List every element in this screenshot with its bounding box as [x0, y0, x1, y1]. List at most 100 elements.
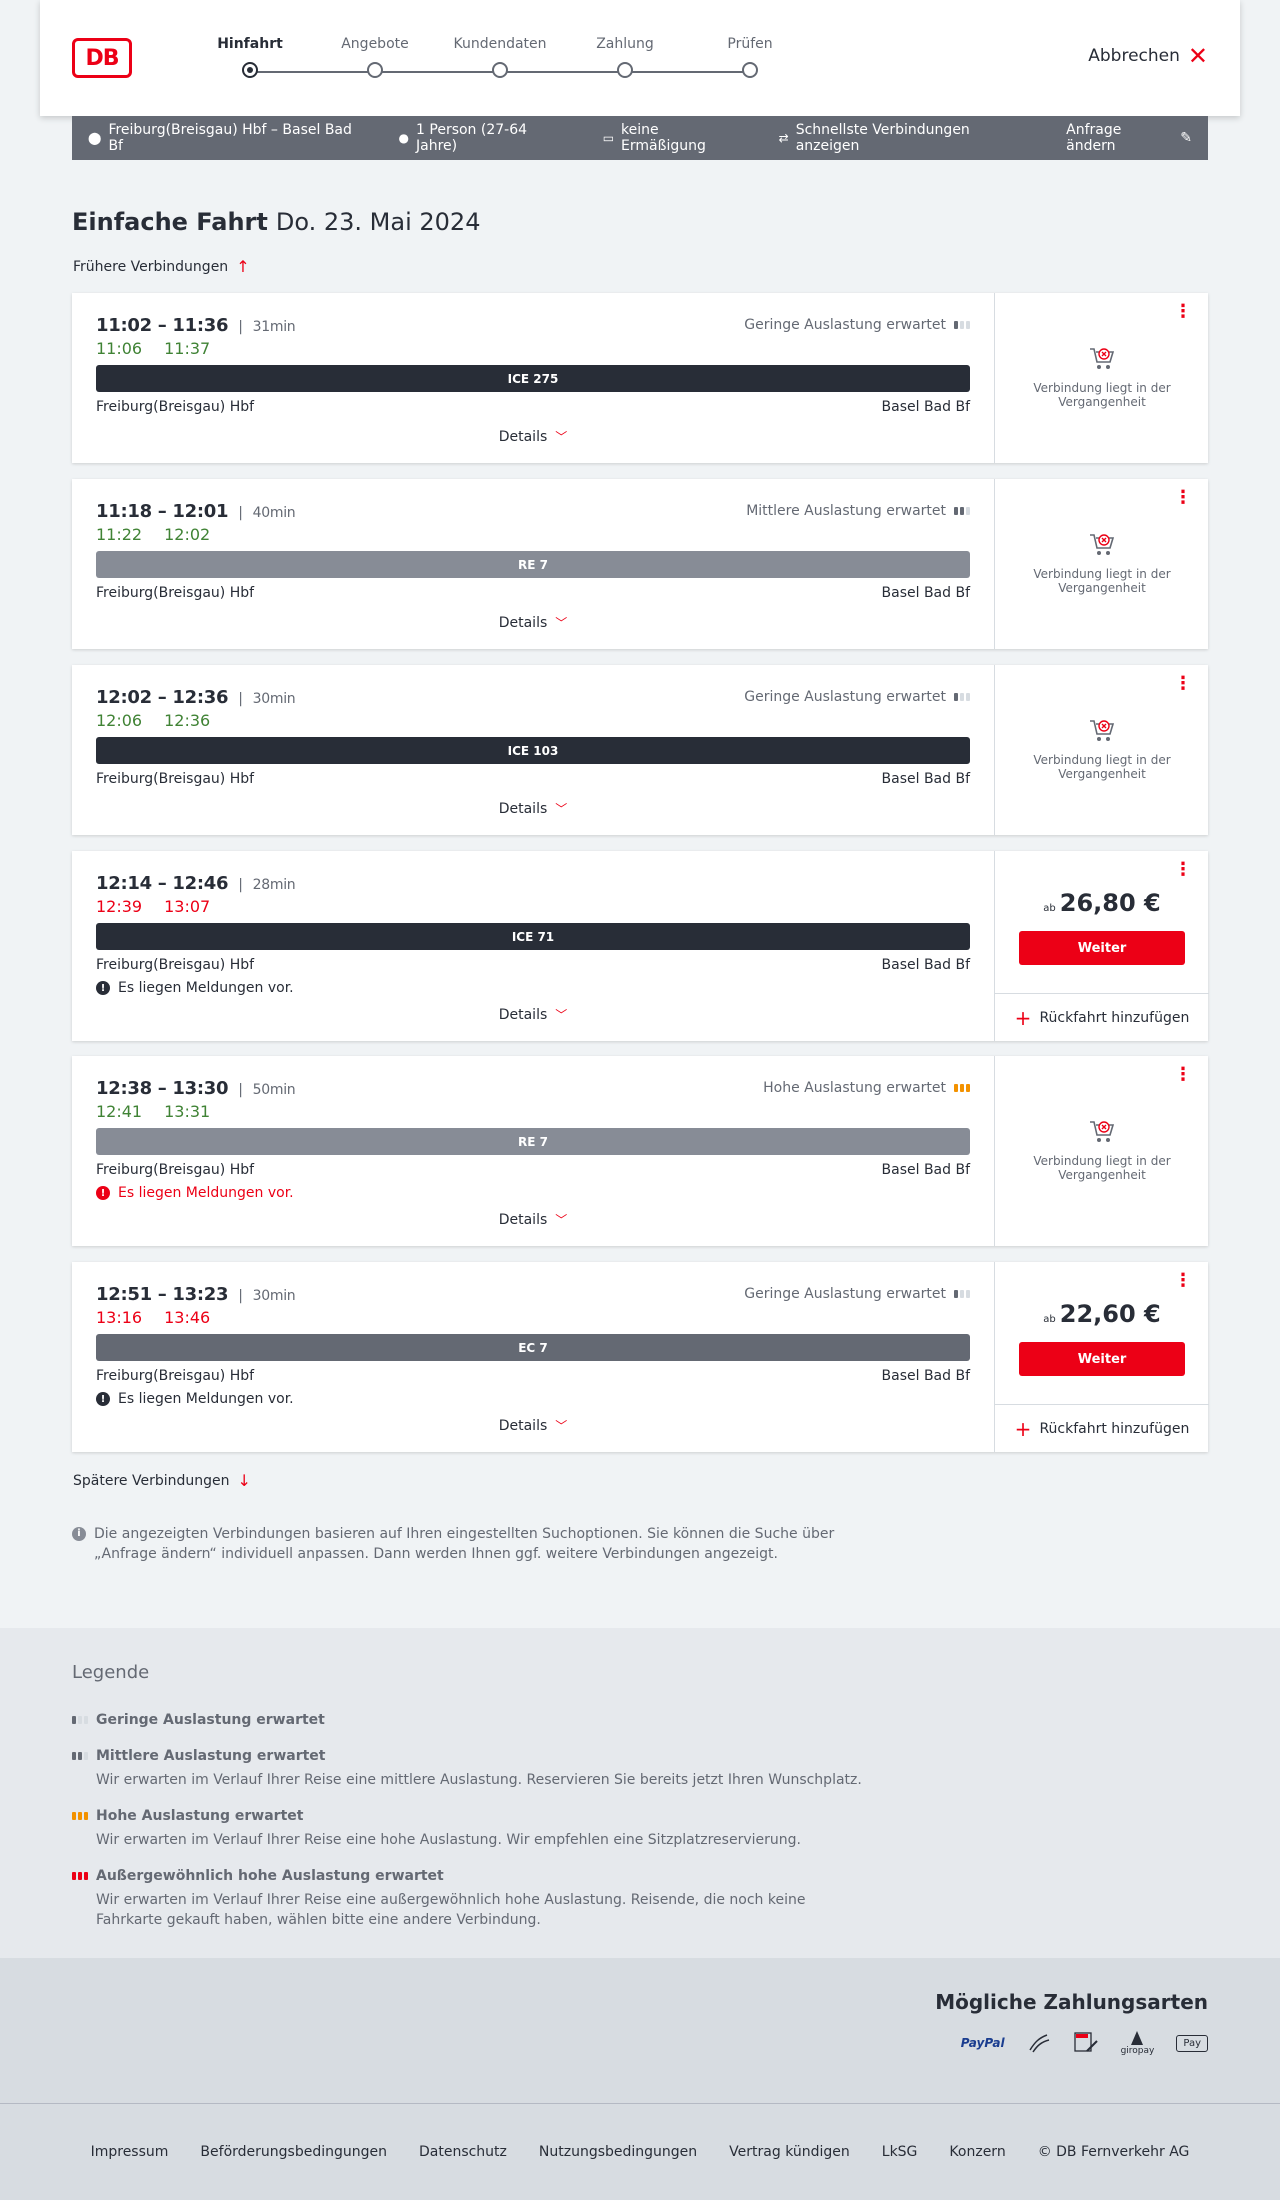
realtime-departure: 12:39: [96, 897, 143, 916]
train-bar[interactable]: ICE 71: [96, 923, 970, 950]
chevron-down-icon: ﹀: [555, 1008, 568, 1022]
add-return-trip-button[interactable]: + Rückfahrt hinzufügen: [995, 993, 1209, 1041]
sepa-direct-debit-icon: [1073, 2031, 1099, 2055]
footer-link-datenschutz[interactable]: Datenschutz: [419, 2144, 507, 2160]
later-label: Spätere Verbindungen: [73, 1472, 230, 1489]
duration: 30min: [252, 691, 296, 707]
alert-icon: !: [96, 1392, 110, 1406]
step-dot: [242, 62, 258, 78]
cart-unavailable-icon: [1087, 529, 1117, 559]
details-toggle[interactable]: Details ﹀: [72, 800, 994, 817]
step-angebote[interactable]: Angebote: [315, 34, 435, 78]
giropay-icon: giropay: [1121, 2030, 1154, 2056]
fastest-filter[interactable]: ⇄ Schnellste Verbindungen anzeigen: [779, 122, 1032, 154]
earlier-connections-link[interactable]: Frühere Verbindungen ↑: [73, 257, 250, 276]
realtime-arrival: 11:37: [164, 339, 211, 358]
step-dot: [492, 62, 508, 78]
details-toggle[interactable]: Details ﹀: [72, 428, 994, 445]
duration: 50min: [252, 1082, 296, 1098]
weiter-button[interactable]: Weiter: [1019, 931, 1185, 965]
time-range: 12:02 – 12:36: [96, 687, 229, 708]
edit-request-label: Anfrage ändern: [1066, 122, 1122, 154]
connection-card[interactable]: 11:18 – 12:01 | 40min 11:22 12:02 Mittlere Au…: [72, 479, 1208, 649]
details-toggle[interactable]: Details ﹀: [72, 1006, 994, 1023]
destination-station: Basel Bad Bf: [881, 771, 970, 787]
connection-card[interactable]: 12:38 – 13:30 | 50min 12:41 13:31 Hohe Auslas…: [72, 1056, 1208, 1246]
route-filter[interactable]: ⬤ Freiburg(Breisgau) Hbf – Basel Bad Bf: [88, 122, 365, 154]
realtime-arrival: 13:07: [164, 897, 211, 916]
realtime-times: 12:39 13:07: [96, 897, 232, 916]
details-toggle[interactable]: Details ﹀: [72, 1211, 994, 1228]
return-label: Rückfahrt hinzufügen: [1039, 1420, 1190, 1437]
train-bar[interactable]: ICE 103: [96, 737, 970, 764]
footer-link-impressum[interactable]: Impressum: [91, 2144, 169, 2160]
step-hinfahrt[interactable]: Hinfahrt: [190, 34, 310, 78]
footer-link-konzern[interactable]: Konzern: [949, 2144, 1005, 2160]
realtime-arrival: 13:46: [164, 1308, 211, 1327]
discount-filter[interactable]: ▭ keine Ermäßigung: [603, 122, 745, 154]
more-options-icon[interactable]: ⋮: [1174, 675, 1192, 693]
footer-link-nutzungsbedingungen[interactable]: Nutzungsbedingungen: [539, 2144, 697, 2160]
offer-panel: ⋮ Verbindung liegt in der Vergangenheit: [994, 293, 1208, 463]
footer-link-lksg[interactable]: LkSG: [882, 2144, 918, 2160]
train-bar[interactable]: EC 7: [96, 1334, 970, 1361]
edit-request-button[interactable]: Anfrage ändern ✎: [1066, 122, 1192, 154]
payment-method-list: PayPal giropay Pay: [961, 2030, 1208, 2056]
details-label: Details: [498, 1418, 548, 1434]
past-label: Verbindung liegt in der Vergangenheit: [1033, 753, 1171, 781]
plus-icon: +: [1014, 1005, 1032, 1030]
connection-card[interactable]: 12:51 – 13:23 | 30min 13:16 13:46 Geringe Aus…: [72, 1262, 1209, 1452]
more-options-icon[interactable]: ⋮: [1174, 861, 1192, 879]
chevron-down-icon: ﹀: [555, 802, 568, 816]
train-bar[interactable]: ICE 275: [96, 365, 970, 392]
later-connections-link[interactable]: Spätere Verbindungen ↓: [73, 1471, 251, 1490]
step-zahlung[interactable]: Zahlung: [565, 34, 685, 78]
legend-item-title-row: Geringe Auslastung erwartet: [72, 1712, 872, 1728]
step-pruefen[interactable]: Prüfen: [690, 34, 810, 78]
chevron-down-icon: ﹀: [555, 1419, 568, 1433]
load-level-icon: [72, 1716, 88, 1724]
legend-item-title: Geringe Auslastung erwartet: [96, 1712, 325, 1728]
connection-main: 12:51 – 13:23 | 30min 13:16 13:46 Geringe Aus…: [72, 1262, 994, 1452]
add-return-trip-button[interactable]: + Rückfahrt hinzufügen: [995, 1404, 1209, 1452]
occupancy-label: Geringe Auslastung erwartet: [744, 689, 946, 705]
connection-card[interactable]: 12:02 – 12:36 | 30min 12:06 12:36 Geringe Aus…: [72, 665, 1208, 835]
step-kundendaten[interactable]: Kundendaten: [440, 34, 560, 78]
offer-panel: ⋮ Verbindung liegt in der Vergangenheit: [994, 665, 1208, 835]
legend-item-title-row: Außergewöhnlich hohe Auslastung erwartet: [72, 1868, 872, 1884]
past-label: Verbindung liegt in der Vergangenheit: [1033, 567, 1171, 595]
service-message: ! Es liegen Meldungen vor.: [96, 980, 294, 996]
footer-link-vertrag-kuendigen[interactable]: Vertrag kündigen: [729, 2144, 850, 2160]
db-logo[interactable]: DB: [72, 38, 132, 78]
footer-link-befoerderungsbedingungen[interactable]: Beförderungsbedingungen: [200, 2144, 387, 2160]
past-label: Verbindung liegt in der Vergangenheit: [1033, 1154, 1171, 1182]
train-bar[interactable]: RE 7: [96, 551, 970, 578]
cancel-button[interactable]: Abbrechen ✕: [1088, 44, 1208, 68]
occupancy-info: Geringe Auslastung erwartet: [744, 1286, 970, 1302]
connection-main: 12:14 – 12:46 | 28min 12:39 13:07 ICE 71 Freib…: [72, 851, 994, 1041]
more-options-icon[interactable]: ⋮: [1174, 1272, 1192, 1290]
card-icon: ▭: [602, 131, 615, 145]
more-options-icon[interactable]: ⋮: [1174, 489, 1192, 507]
connection-card[interactable]: 12:14 – 12:46 | 28min 12:39 13:07 ICE 71 Freib…: [72, 851, 1209, 1041]
legend-item: Mittlere Auslastung erwartet Wir erwarten…: [72, 1748, 872, 1790]
passenger-filter[interactable]: ● 1 Person (27-64 Jahre): [399, 122, 569, 154]
details-toggle[interactable]: Details ﹀: [72, 1417, 994, 1434]
realtime-departure: 11:06: [96, 339, 143, 358]
connection-main: 11:18 – 12:01 | 40min 11:22 12:02 Mittlere Au…: [72, 479, 994, 649]
weiter-button[interactable]: Weiter: [1019, 1342, 1185, 1376]
paypal-icon: PayPal: [960, 2036, 1005, 2050]
offer-panel: ⋮ Verbindung liegt in der Vergangenheit: [994, 479, 1208, 649]
connection-card[interactable]: 11:02 – 11:36 | 31min 11:06 11:37 Geringe Aus…: [72, 293, 1208, 463]
time-range: 11:18 – 12:01: [96, 501, 229, 522]
realtime-times: 13:16 13:46: [96, 1308, 232, 1327]
offer-panel: ⋮ ab 26,80 € Weiter + Rückfahrt hinzufügen: [994, 851, 1209, 1041]
scheduled-times: 11:02 – 11:36 | 31min: [96, 315, 296, 336]
more-options-icon[interactable]: ⋮: [1174, 1066, 1192, 1084]
price-value: 26,80 €: [1059, 889, 1161, 917]
details-toggle[interactable]: Details ﹀: [72, 614, 994, 631]
more-options-icon[interactable]: ⋮: [1174, 303, 1192, 321]
duration: 31min: [252, 319, 296, 335]
connection-main: 12:02 – 12:36 | 30min 12:06 12:36 Geringe Aus…: [72, 665, 994, 835]
train-bar[interactable]: RE 7: [96, 1128, 970, 1155]
